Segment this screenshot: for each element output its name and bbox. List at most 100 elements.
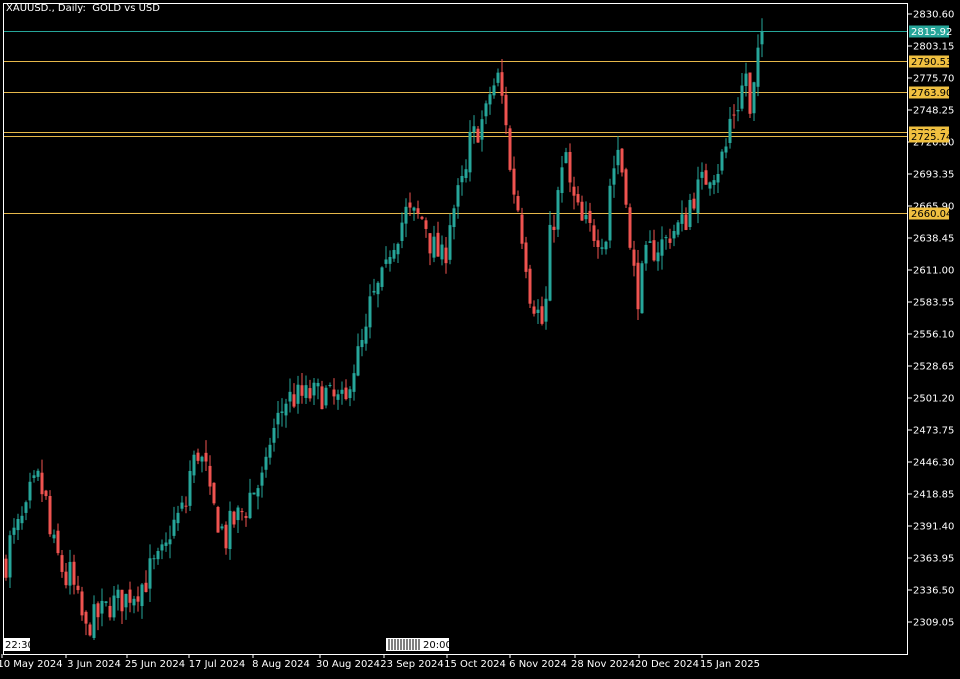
candle-body bbox=[52, 534, 56, 539]
candle-body bbox=[304, 385, 308, 398]
candle-body bbox=[312, 382, 316, 396]
level-label: 2660.04 bbox=[911, 209, 952, 220]
candle-body bbox=[496, 72, 500, 83]
candle-body bbox=[28, 481, 32, 501]
candle-body bbox=[476, 128, 480, 143]
candle-body bbox=[572, 186, 576, 196]
timeframe-label: Daily: bbox=[57, 3, 86, 14]
candle-body bbox=[108, 605, 112, 618]
instrument-description: GOLD vs USD bbox=[92, 3, 160, 14]
y-tick-label: 2336.50 bbox=[913, 586, 954, 597]
candle-body bbox=[616, 149, 620, 166]
candle-body bbox=[192, 454, 196, 476]
y-tick-label: 2830.60 bbox=[913, 10, 954, 21]
candle-body bbox=[212, 482, 216, 504]
candle-body bbox=[692, 198, 696, 209]
candle-body bbox=[116, 589, 120, 599]
chart-svg: 2830.602803.152775.702748.252720.802693.… bbox=[0, 0, 960, 675]
y-tick-label: 2446.30 bbox=[913, 458, 954, 469]
candle-body bbox=[384, 259, 388, 264]
candle-body bbox=[484, 103, 488, 117]
candle-body bbox=[528, 268, 532, 304]
candle-body bbox=[280, 411, 284, 413]
candle-body bbox=[8, 535, 12, 578]
y-tick-label: 2693.35 bbox=[913, 170, 954, 181]
candle-body bbox=[260, 472, 264, 486]
y-tick-label: 2583.55 bbox=[913, 298, 954, 309]
candle-body bbox=[104, 601, 108, 604]
candle-body bbox=[592, 225, 596, 241]
x-tick-label: 25 Jun 2024 bbox=[125, 659, 185, 670]
x-tick-label: 8 Aug 2024 bbox=[252, 659, 310, 670]
candle-body bbox=[248, 492, 252, 519]
candle-body bbox=[136, 596, 140, 602]
candle-body bbox=[128, 589, 132, 603]
candle-body bbox=[200, 456, 204, 462]
level-label: 2763.90 bbox=[911, 88, 952, 99]
candle-body bbox=[412, 207, 416, 211]
candle-body bbox=[456, 185, 460, 207]
candle-body bbox=[96, 603, 100, 618]
candle-body bbox=[660, 239, 664, 256]
candle-body bbox=[680, 214, 684, 224]
x-tick-label: 15 Jan 2025 bbox=[700, 659, 760, 670]
x-tick-label: 6 Nov 2024 bbox=[509, 659, 567, 670]
candle-body bbox=[420, 216, 424, 219]
x-tick-label: 15 Oct 2024 bbox=[444, 659, 506, 670]
candle-body bbox=[20, 515, 24, 524]
candle-body bbox=[608, 185, 612, 241]
candle-body bbox=[64, 571, 68, 586]
candle-body bbox=[168, 539, 172, 545]
candle-body bbox=[24, 502, 28, 513]
candle-body bbox=[708, 182, 712, 189]
candle-body bbox=[744, 73, 748, 87]
candle-body bbox=[516, 196, 520, 211]
y-tick-label: 2775.70 bbox=[913, 74, 954, 85]
candle-body bbox=[68, 561, 72, 586]
candle-body bbox=[220, 526, 224, 529]
candle-body bbox=[348, 389, 352, 399]
candle-body bbox=[112, 595, 116, 618]
candle-body bbox=[560, 167, 564, 194]
time-tag-center: 20:00 bbox=[423, 640, 452, 651]
y-tick-label: 2501.20 bbox=[913, 394, 954, 405]
candle-body bbox=[16, 519, 20, 531]
candle-body bbox=[508, 128, 512, 170]
candle-body bbox=[728, 118, 732, 143]
candle-body bbox=[752, 82, 756, 114]
candle-body bbox=[80, 591, 84, 616]
candle-body bbox=[292, 394, 296, 407]
x-tick-label: 10 May 2024 bbox=[0, 659, 63, 670]
candle-body bbox=[144, 582, 148, 593]
candle-body bbox=[36, 470, 40, 477]
x-tick-label: 17 Jul 2024 bbox=[189, 659, 246, 670]
y-tick-label: 2473.75 bbox=[913, 426, 954, 437]
candle-body bbox=[332, 389, 336, 397]
time-tag-left: 22:30 bbox=[5, 640, 34, 651]
candle-body bbox=[488, 94, 492, 105]
candle-body bbox=[512, 168, 516, 195]
candle-body bbox=[152, 558, 156, 560]
candle-body bbox=[360, 339, 364, 348]
candle-body bbox=[444, 247, 448, 264]
y-tick-label: 2309.05 bbox=[913, 618, 954, 629]
candle-body bbox=[84, 611, 88, 624]
chart-area[interactable]: 2830.60 2803.15 2775.70 2748.25 2720.80 2693.… bbox=[0, 0, 960, 675]
candle-body bbox=[464, 169, 468, 178]
current-price-label: 2815.92 bbox=[911, 27, 952, 38]
candle-body bbox=[148, 558, 152, 589]
y-tick-label: 2611.00 bbox=[913, 266, 954, 277]
candle-body bbox=[664, 237, 668, 239]
candle-body bbox=[44, 490, 48, 497]
candle-body bbox=[356, 346, 360, 376]
candle-body bbox=[748, 72, 752, 114]
candle-body bbox=[184, 505, 188, 507]
candle-body bbox=[760, 31, 764, 45]
y-tick-label: 2391.40 bbox=[913, 522, 954, 533]
x-tick-label: 3 Jun 2024 bbox=[67, 659, 121, 670]
candle-body bbox=[676, 222, 680, 235]
candle-body bbox=[696, 179, 700, 213]
level-label: 2790.53 bbox=[911, 57, 952, 68]
candle-body bbox=[548, 224, 552, 301]
candle-body bbox=[500, 72, 504, 96]
